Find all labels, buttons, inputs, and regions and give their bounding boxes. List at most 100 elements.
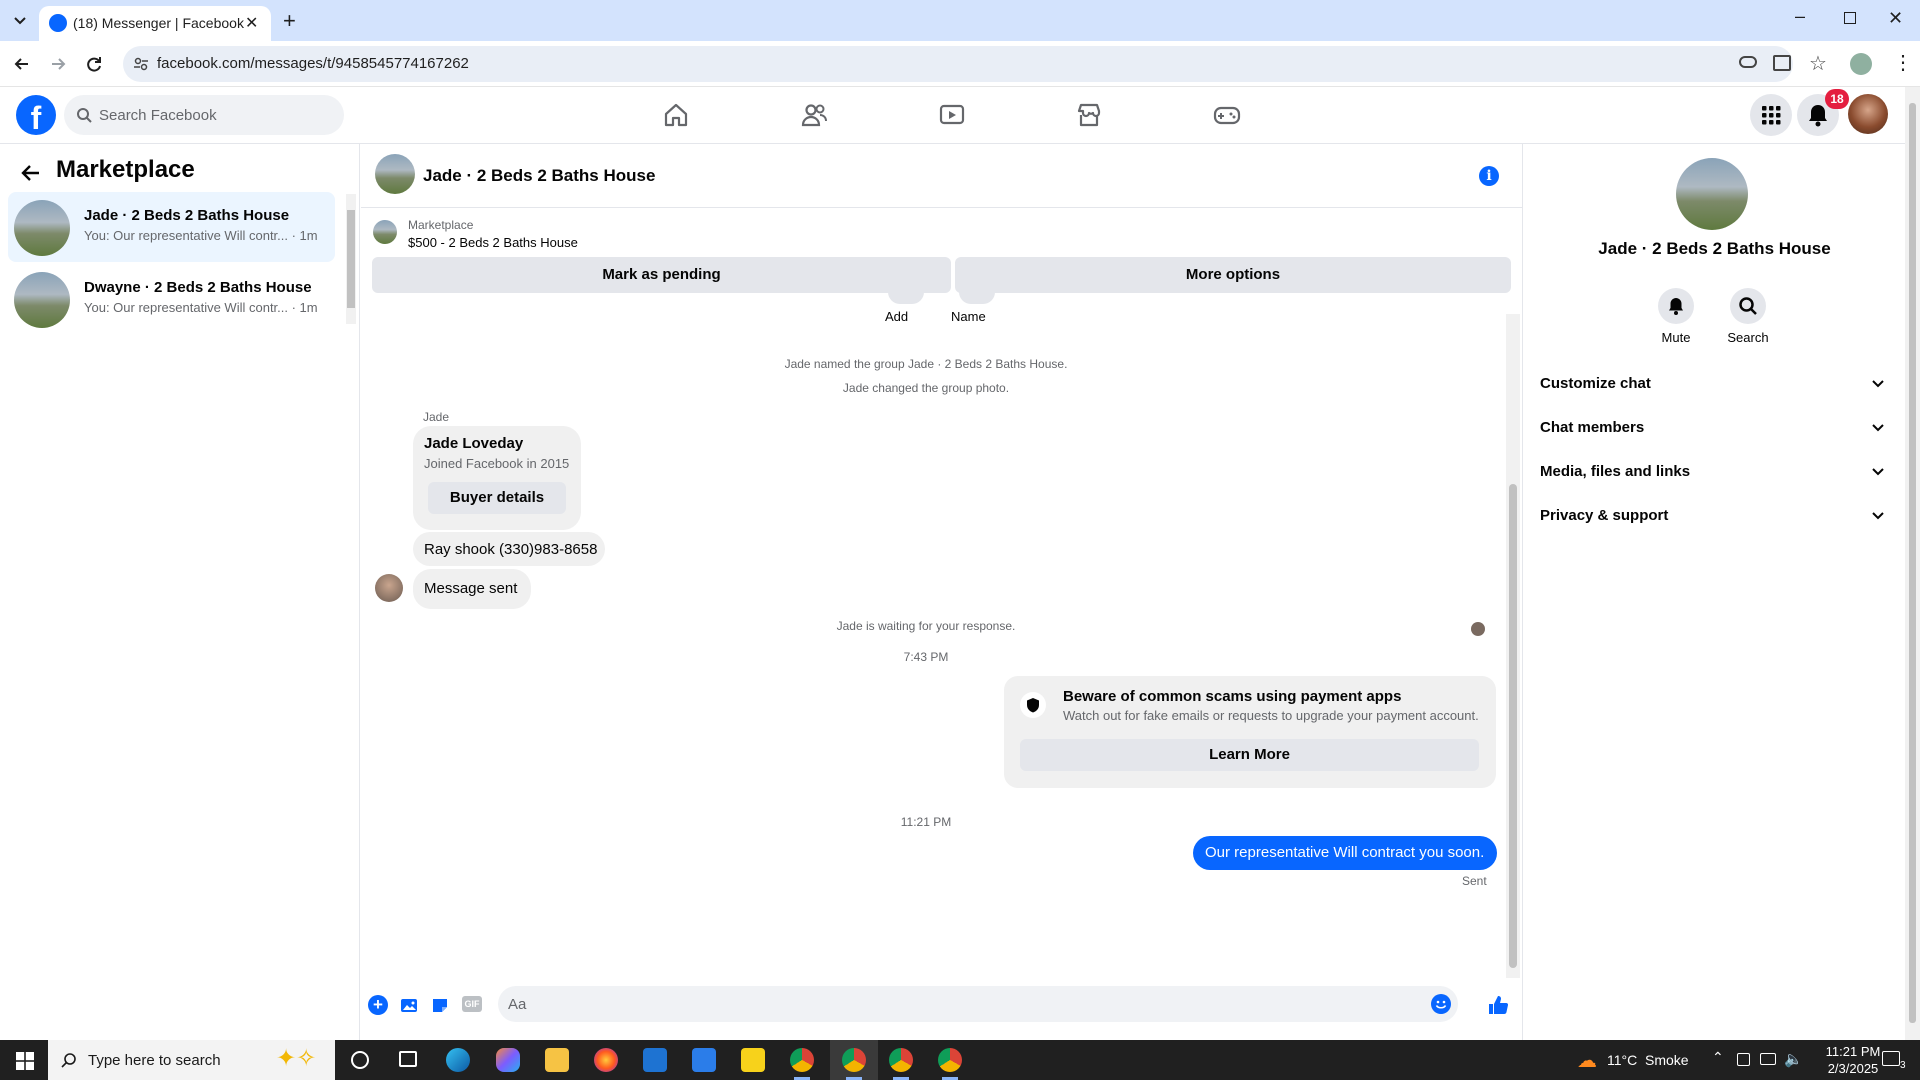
learn-more-button[interactable]: Learn More [1020,739,1479,771]
clock-date[interactable]: 2/3/2025 [1823,1061,1883,1076]
add-member-button[interactable] [888,292,924,304]
browser-menu-icon[interactable]: ⋮ [1893,50,1913,75]
facebook-top-nav: f Search Facebook 18 [0,87,1905,144]
meet-now-icon[interactable] [1737,1053,1750,1066]
back-arrow-icon[interactable] [20,162,42,184]
taskbar-search-box[interactable]: Type here to search ✦✧ [48,1040,335,1080]
conversation-item[interactable]: Jade · 2 Beds 2 Baths House You: Our rep… [8,192,335,262]
sticker-icon[interactable] [430,995,450,1015]
task-view-icon[interactable] [399,1051,417,1067]
chrome-profile-icon[interactable] [938,1048,962,1072]
media-files-links-section[interactable]: Media, files and links [1540,454,1890,490]
action-center-icon[interactable] [1882,1051,1900,1066]
store-icon[interactable] [692,1048,716,1072]
chat-members-section[interactable]: Chat members [1540,410,1890,446]
video-icon[interactable] [938,101,966,129]
facebook-logo-icon[interactable]: f [16,95,56,136]
minimize-icon[interactable]: – [1795,6,1805,27]
mail-icon[interactable] [643,1048,667,1072]
conversation-item[interactable]: Dwayne · 2 Beds 2 Baths House You: Our r… [8,264,335,334]
facebook-search-input[interactable]: Search Facebook [64,95,344,135]
sparkle-icon: ✦✧ [276,1045,317,1072]
reload-icon[interactable] [84,54,104,74]
volume-icon[interactable]: 🔈 [1784,1050,1803,1068]
url-text: facebook.com/messages/t/9458545774167262 [157,55,469,72]
menu-grid-button[interactable] [1750,94,1792,136]
mark-as-pending-button[interactable]: Mark as pending [372,257,951,293]
conversation-list-scrollbar[interactable] [346,194,356,324]
shield-icon [1020,692,1046,718]
mute-button[interactable] [1658,288,1694,324]
account-avatar[interactable] [1848,94,1888,134]
search-in-chat-button[interactable] [1730,288,1766,324]
chrome-profile-icon[interactable] [842,1048,866,1072]
weather-text[interactable]: 11°C Smoke [1607,1052,1689,1068]
buyer-details-button[interactable]: Buyer details [428,482,566,514]
tray-chevron-icon[interactable]: ⌃ [1712,1049,1724,1066]
browser-tab-active[interactable]: (18) Messenger | Facebook ✕ [39,6,271,41]
marketplace-icon[interactable] [1075,101,1103,129]
gif-icon[interactable]: GIF [462,996,482,1012]
scam-warning-body: Watch out for fake emails or requests to… [1063,708,1479,723]
install-app-icon[interactable] [1773,55,1791,71]
browser-tab-strip: (18) Messenger | Facebook ✕ + – ✕ [0,0,1920,41]
tab-title: (18) Messenger | Facebook [73,15,244,31]
chrome-icon[interactable] [790,1048,814,1072]
section-label: Chat members [1540,419,1645,436]
home-icon[interactable] [662,101,690,129]
privacy-support-section[interactable]: Privacy & support [1540,498,1890,534]
page-scrollbar[interactable] [1905,87,1920,1040]
password-key-icon[interactable] [1739,56,1757,68]
conversation-preview: You: Our representative Will contr... · … [84,228,318,243]
add-label: Add [885,309,909,324]
info-icon[interactable]: i [1479,166,1499,186]
bookmark-star-icon[interactable]: ☆ [1809,51,1827,76]
facebook-favicon-icon [49,14,67,32]
weather-icon[interactable]: ☁ [1577,1048,1597,1073]
photo-icon[interactable] [399,995,419,1015]
restore-icon[interactable] [1844,12,1856,24]
name-group-button[interactable] [959,292,995,304]
firefox-icon[interactable] [594,1048,618,1072]
scam-warning-card: Beware of common scams using payment app… [1004,676,1496,788]
group-avatar[interactable] [1676,158,1748,230]
message-list-scrollbar[interactable] [1506,314,1520,978]
chevron-down-icon [1872,512,1884,520]
copilot-icon[interactable] [496,1048,520,1072]
marketplace-listing-bar[interactable]: Marketplace $500 - 2 Beds 2 Baths House [361,208,1523,254]
chat-avatar[interactable] [375,154,415,194]
more-options-button[interactable]: More options [955,257,1511,293]
new-tab-icon[interactable]: + [283,8,296,34]
chat-title[interactable]: Jade · 2 Beds 2 Baths House [423,166,655,186]
section-label: Media, files and links [1540,463,1691,480]
chrome-profile-icon[interactable] [889,1048,913,1072]
profile-avatar[interactable] [1850,53,1872,75]
tab-search-icon[interactable] [10,10,30,30]
network-icon[interactable] [1760,1053,1776,1065]
plus-icon[interactable]: + [368,995,388,1015]
mute-label: Mute [1661,330,1691,345]
windows-start-icon[interactable] [16,1052,34,1070]
emoji-icon[interactable] [1431,994,1451,1014]
chevron-down-icon [1872,468,1884,476]
forward-icon[interactable] [48,54,68,74]
file-explorer-icon[interactable] [545,1048,569,1072]
clock-time[interactable]: 11:21 PM [1823,1044,1883,1059]
site-info-icon[interactable] [133,56,149,72]
close-tab-icon[interactable]: ✕ [245,13,258,33]
sticky-notes-icon[interactable] [741,1048,765,1072]
gaming-icon[interactable] [1213,101,1241,129]
thumbs-up-icon[interactable] [1487,994,1509,1016]
close-window-icon[interactable]: ✕ [1888,8,1903,29]
chat-header: Jade · 2 Beds 2 Baths House i [361,144,1523,208]
browser-toolbar: facebook.com/messages/t/9458545774167262… [0,41,1920,87]
customize-chat-section[interactable]: Customize chat [1540,366,1890,402]
sender-avatar[interactable] [375,574,403,602]
back-icon[interactable] [12,54,32,74]
edge-icon[interactable] [446,1048,470,1072]
friends-icon[interactable] [800,101,828,129]
message-input[interactable]: Aa [498,986,1458,1022]
buyer-name[interactable]: Jade Loveday [424,435,523,452]
cortana-icon[interactable] [351,1051,369,1069]
address-bar[interactable]: facebook.com/messages/t/9458545774167262… [123,46,1827,82]
